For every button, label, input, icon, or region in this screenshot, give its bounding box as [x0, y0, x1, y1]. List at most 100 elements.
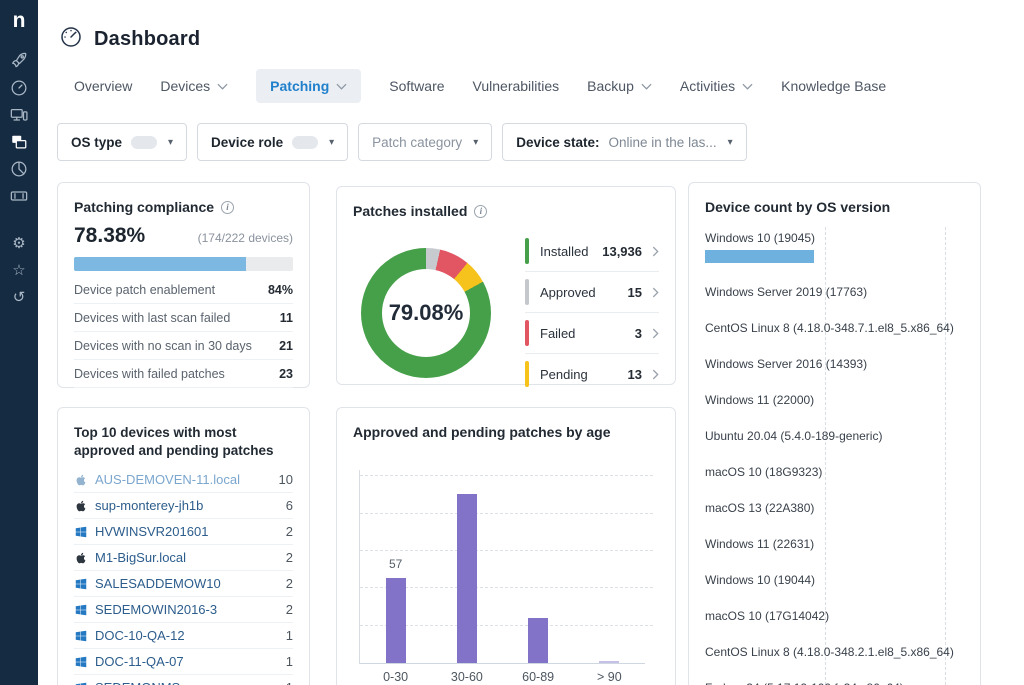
sidebar-icon-rail: ⚙ ☆ ↺ [9, 51, 29, 314]
device-name-link[interactable]: AUS-DEMOVEN-11.local [95, 472, 271, 487]
legend-value: 3 [635, 326, 642, 341]
tab-devices[interactable]: Devices [160, 69, 228, 103]
device-name-link[interactable]: DOC-11-QA-07 [95, 654, 278, 669]
os-version-label: macOS 10 (17G14042) [705, 609, 964, 623]
tab-activities[interactable]: Activities [680, 69, 753, 103]
age-bar-30-60 [457, 494, 477, 663]
windows-logo-icon [74, 577, 87, 590]
device-name-link[interactable]: HVWINSVR201601 [95, 524, 278, 539]
patches-by-age-chart: 570-3030-6060-89> 90 [359, 470, 645, 664]
device-name-link[interactable]: M1-BigSur.local [95, 550, 278, 565]
device-row-sedemonms[interactable]: SEDEMONMS 1 [74, 675, 293, 685]
sidebar-dashboards-icon[interactable] [9, 132, 29, 152]
device-row-sup-monterey-jh1b[interactable]: sup-monterey-jh1b6 [74, 493, 293, 519]
legend-value: 13,936 [602, 244, 642, 259]
device-name-link[interactable]: SEDEMOWIN2016-3 [95, 602, 278, 617]
patches-installed-title: Patches installed [353, 203, 467, 219]
compliance-progress-fill [74, 257, 246, 271]
device-row-doc-10-qa-12[interactable]: DOC-10-QA-121 [74, 623, 293, 649]
windows-logo-icon [74, 655, 87, 668]
os-version-label: macOS 13 (22A380) [705, 501, 964, 515]
os-version-row: Ubuntu 20.04 (5.4.0-189-generic) [705, 429, 964, 443]
device-patch-count: 2 [286, 602, 293, 617]
legend-color-bar [525, 279, 529, 305]
device-row-sedemowin2016-3[interactable]: SEDEMOWIN2016-3 2 [74, 597, 293, 623]
legend-row-failed[interactable]: Failed3 [525, 313, 659, 354]
chevron-right-icon [652, 328, 659, 339]
device-state-filter[interactable]: Device state:Online in the las...▾ [502, 123, 746, 161]
tab-label: Overview [74, 78, 132, 94]
os-version-label: Windows 10 (19045) [705, 231, 964, 245]
device-name-link[interactable]: DOC-10-QA-12 [95, 628, 278, 643]
legend-label: Installed [540, 244, 602, 259]
device-name-link[interactable]: SEDEMONMS [95, 680, 278, 685]
apple-logo-icon [74, 551, 87, 564]
info-icon[interactable]: i [474, 205, 487, 218]
legend-row-approved[interactable]: Approved15 [525, 272, 659, 313]
top-devices-title: Top 10 devices with most approved and pe… [74, 424, 293, 460]
legend-row-pending[interactable]: Pending13 [525, 354, 659, 394]
tab-label: Backup [587, 78, 634, 94]
device-row-salesaddemow10[interactable]: SALESADDEMOW102 [74, 571, 293, 597]
ninjaone-logo[interactable]: n [13, 10, 26, 31]
tab-knowledge-base[interactable]: Knowledge Base [781, 69, 886, 103]
filter-label: Device role [211, 135, 283, 150]
tab-vulnerabilities[interactable]: Vulnerabilities [473, 69, 560, 103]
dashboard-tabs: Overview Devices Patching Software Vulnerabi… [74, 69, 886, 103]
os-version-label: Ubuntu 20.04 (5.4.0-189-generic) [705, 429, 964, 443]
chevron-down-icon [742, 83, 753, 90]
os-version-label: Windows 11 (22631) [705, 537, 964, 551]
windows-logo-icon [74, 603, 87, 616]
sidebar-history-icon[interactable]: ↺ [9, 287, 29, 307]
device-role-filter[interactable]: Device role▾ [197, 123, 348, 161]
sidebar-reports-icon[interactable] [9, 159, 29, 179]
gridline-horizontal [360, 475, 653, 476]
sidebar-gauge-icon[interactable] [9, 78, 29, 98]
chevron-down-icon [641, 83, 652, 90]
os-version-row: macOS 10 (18G9323) [705, 465, 964, 479]
device-name-link[interactable]: sup-monterey-jh1b [95, 498, 278, 513]
patches-by-age-card: Approved and pending patches by age 570-… [336, 407, 676, 685]
tab-overview[interactable]: Overview [74, 69, 132, 103]
info-icon[interactable]: i [221, 201, 234, 214]
os-type-filter[interactable]: OS type▾ [57, 123, 187, 161]
device-patch-count: 1 [286, 680, 293, 685]
caret-down-icon: ▾ [473, 137, 478, 148]
sidebar-rocket-icon[interactable] [9, 51, 29, 71]
stat-label: Device patch enablement [74, 283, 215, 297]
device-row-m1-bigsur-local[interactable]: M1-BigSur.local 2 [74, 545, 293, 571]
tab-software[interactable]: Software [389, 69, 444, 103]
sidebar-settings-icon[interactable]: ⚙ [9, 233, 29, 253]
compliance-devices-note: (174/222 devices) [198, 231, 293, 245]
device-patch-count: 2 [286, 550, 293, 565]
stat-value: 84% [268, 283, 293, 297]
os-version-row: Windows 11 (22000) [705, 393, 964, 407]
compliance-stat-row: Devices with failed patches23 [74, 360, 293, 388]
device-name-link[interactable]: SALESADDEMOW10 [95, 576, 278, 591]
os-version-label: Windows 10 (19044) [705, 573, 964, 587]
legend-row-installed[interactable]: Installed13,936 [525, 231, 659, 272]
compliance-percent: 78.38% [74, 224, 145, 248]
os-version-list: Windows 10 (19045)Windows Server 2019 (1… [705, 231, 964, 685]
sidebar-devices-icon[interactable] [9, 105, 29, 125]
patch-category-filter[interactable]: Patch category▾ [358, 123, 492, 161]
legend-color-bar [525, 320, 529, 346]
x-axis-label: 30-60 [451, 670, 483, 684]
tab-patching[interactable]: Patching [256, 69, 361, 103]
compliance-progress-track [74, 257, 293, 271]
sidebar-ticket-icon[interactable] [9, 186, 29, 206]
os-version-row: macOS 10 (17G14042) [705, 609, 964, 623]
tab-backup[interactable]: Backup [587, 69, 652, 103]
compliance-stat-row: Devices with no scan in 30 days21 [74, 332, 293, 360]
chevron-down-icon [336, 83, 347, 90]
device-patch-count: 1 [286, 654, 293, 669]
legend-color-bar [525, 238, 529, 264]
sidebar-favorites-icon[interactable]: ☆ [9, 260, 29, 280]
chevron-right-icon [652, 246, 659, 257]
device-row-doc-11-qa-07[interactable]: DOC-11-QA-07 1 [74, 649, 293, 675]
chevron-down-icon [217, 83, 228, 90]
device-row-aus-demoven-11-local[interactable]: AUS-DEMOVEN-11.local10 [74, 467, 293, 493]
top-devices-card: Top 10 devices with most approved and pe… [57, 407, 310, 685]
tab-label: Knowledge Base [781, 78, 886, 94]
device-row-hvwinsvr201601[interactable]: HVWINSVR2016012 [74, 519, 293, 545]
